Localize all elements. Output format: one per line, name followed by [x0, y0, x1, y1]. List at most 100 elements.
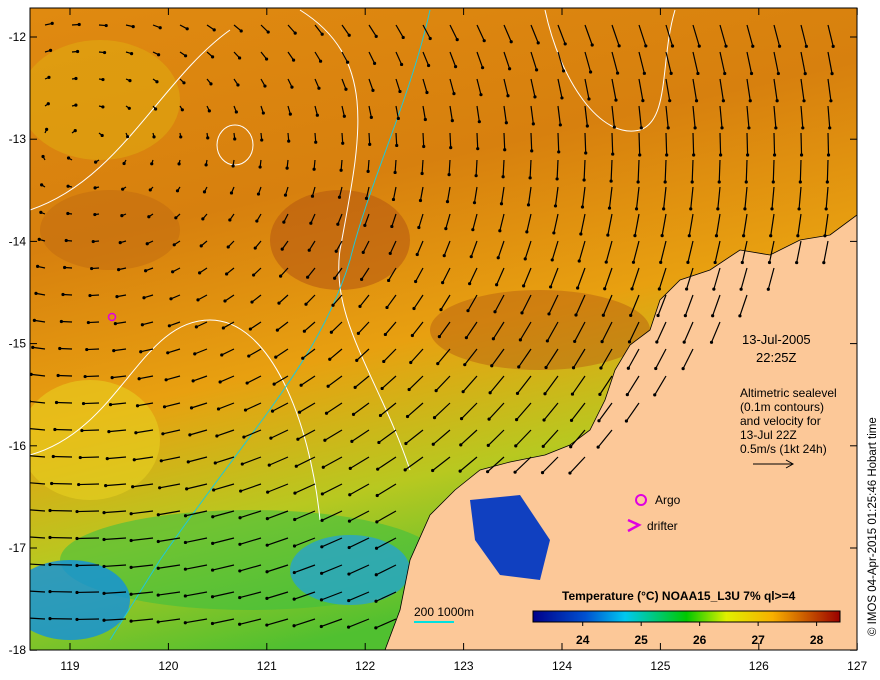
velocity-arrow-icon [800, 132, 803, 156]
arrow-head [320, 571, 324, 575]
arrow-head [299, 383, 303, 387]
arrow-head [21, 535, 24, 538]
arrow-head [248, 327, 252, 331]
arrow-head [154, 107, 158, 111]
velocity-arrow-icon [745, 159, 748, 183]
arrow-head [507, 67, 512, 71]
arrow-head [568, 471, 572, 475]
arrow-head [73, 129, 77, 133]
arrow-head [375, 493, 379, 498]
arrow-head [476, 147, 480, 151]
arrow-head [77, 482, 81, 487]
arrow-head [358, 304, 362, 308]
arrow-head [183, 540, 188, 545]
arrow-head [204, 163, 208, 167]
arrow-head [101, 77, 105, 82]
arrow-head [260, 138, 264, 142]
arrow-head [164, 378, 168, 382]
arrow-head [348, 493, 352, 497]
arrow-head [740, 260, 744, 265]
arrow-head [48, 508, 52, 513]
arrow-head [212, 488, 216, 492]
arrow-head [129, 565, 133, 569]
arrow-head [152, 135, 156, 139]
arrow-head [530, 149, 534, 153]
arrow-head [140, 323, 144, 327]
arrow-head [769, 234, 773, 238]
arrow-head [342, 114, 346, 118]
arrow-head [255, 219, 259, 223]
arrow-head [46, 102, 50, 106]
arrow-head [555, 177, 559, 181]
arrow-head [423, 117, 427, 122]
arrow-head [798, 180, 802, 184]
arrow-head [77, 22, 81, 27]
arrow-head [148, 188, 152, 192]
arrow-head [282, 220, 286, 224]
arrow-head [216, 407, 221, 411]
arrow-head [317, 86, 321, 90]
arrow-head [161, 432, 165, 436]
arrow-head [629, 313, 633, 317]
y-tick-label: -14 [9, 234, 27, 248]
arrow-head [183, 621, 187, 625]
arrow-head [265, 570, 269, 574]
arrow-head [415, 252, 419, 257]
arrow-head [320, 492, 324, 496]
arrow-head [531, 122, 535, 126]
arrow-head [696, 71, 700, 76]
drifter-label: drifter [647, 519, 678, 533]
arrow-head [132, 458, 136, 462]
arrow-head [472, 201, 477, 205]
arrow-head [374, 626, 378, 630]
arrow-head [625, 393, 629, 397]
arrow-head [263, 84, 267, 88]
arrow-head [131, 25, 135, 29]
arrow-head [363, 223, 367, 227]
arrow-head [374, 34, 378, 38]
arrow-head [721, 99, 725, 103]
arrow-head [442, 254, 446, 258]
arrow-head [799, 153, 804, 157]
arrow-head [804, 44, 808, 48]
cold-patch [30, 560, 130, 640]
plot-area [21, 8, 857, 650]
velocity-arrow-icon [772, 159, 775, 183]
velocity-arrow-icon [368, 132, 371, 145]
arrow-head [287, 139, 291, 143]
arrow-head [117, 268, 121, 272]
arrow-head [177, 162, 181, 166]
sst-map-figure: 119 120 121 122 123 124 125 126 127 -12 -13 -14 -15… [0, 0, 880, 680]
x-tick-label: 126 [749, 659, 769, 673]
arrow-head [339, 168, 343, 172]
arrow-head [436, 362, 440, 366]
arrow-head [238, 622, 242, 626]
arrow-head [499, 202, 504, 206]
arrow-head [713, 260, 717, 265]
arrow-head [515, 391, 520, 395]
arrow-head [369, 115, 373, 119]
arrow-head [107, 430, 111, 434]
arrow-head [495, 283, 499, 287]
arrow-head [81, 401, 86, 406]
arrow-head [459, 443, 463, 447]
arrow-head [48, 48, 53, 53]
arrow-head [283, 193, 288, 197]
arrow-head [115, 295, 119, 299]
arrow-head [692, 153, 696, 157]
arrow-head [644, 44, 648, 48]
arrow-head [534, 68, 539, 72]
arrow-head [399, 62, 404, 67]
arrow-head [292, 597, 296, 601]
arrow-head [88, 293, 92, 298]
arrow-head [75, 509, 79, 514]
arrow-head [582, 178, 586, 182]
arrow-head [439, 308, 443, 312]
arrow-head [796, 234, 800, 238]
velocity-arrow-icon [719, 132, 722, 156]
colorbar-tick-label: 27 [751, 633, 765, 647]
arrow-head [47, 75, 51, 79]
arrow-head [626, 366, 630, 370]
arrow-head [66, 211, 70, 216]
arrow-head [360, 277, 364, 281]
